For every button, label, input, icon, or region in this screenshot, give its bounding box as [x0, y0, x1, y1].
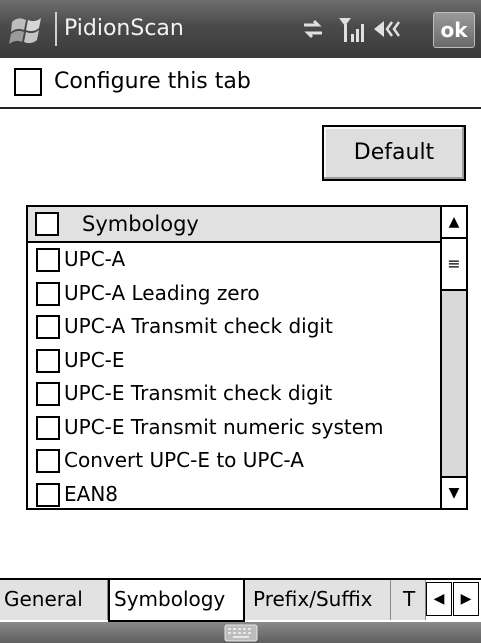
list-item-label: EAN8 [64, 481, 119, 506]
signal-icon[interactable] [337, 14, 367, 44]
tab-symbology[interactable]: Symbology [108, 580, 245, 622]
list-scrollbar[interactable]: ▲ ≡ ▼ [440, 207, 466, 508]
keyboard-icon[interactable] [224, 624, 258, 642]
list-item-label: UPC-A Leading zero [64, 280, 260, 305]
list-item[interactable]: UPC-E Transmit numeric system [28, 411, 442, 445]
volume-icon[interactable] [372, 14, 406, 44]
list-header[interactable]: Symbology [28, 207, 442, 243]
list-item[interactable]: UPC-A Transmit check digit [28, 310, 442, 344]
list-body: UPC-A UPC-A Leading zero UPC-A Transmit … [28, 243, 442, 509]
list-item[interactable]: UPC-E Transmit check digit [28, 377, 442, 411]
ok-button[interactable]: ok [433, 12, 475, 48]
windows-flag-icon[interactable] [8, 12, 52, 46]
tab-right-arrow-icon[interactable]: ▶ [453, 582, 479, 616]
list-item[interactable]: UPC-A [28, 243, 442, 277]
list-item-checkbox[interactable] [36, 248, 60, 272]
list-item-checkbox[interactable] [36, 482, 60, 507]
menu-bar [0, 622, 481, 643]
list-item[interactable]: Convert UPC-E to UPC-A [28, 444, 442, 478]
scroll-down-arrow-icon[interactable]: ▼ [442, 476, 466, 508]
scroll-up-arrow-icon[interactable]: ▲ [442, 207, 466, 239]
divider [0, 107, 481, 109]
tab-scroll-arrows: ◀ ▶ [426, 582, 481, 616]
list-item-label: UPC-A Transmit check digit [64, 314, 333, 338]
list-item-checkbox[interactable] [36, 449, 60, 473]
list-item-label: UPC-A [64, 247, 126, 271]
list-item-checkbox[interactable] [36, 415, 60, 440]
configure-tab-checkbox[interactable] [14, 68, 42, 96]
tab-general[interactable]: General [0, 580, 108, 620]
list-item-label: UPC-E Transmit check digit [64, 381, 333, 405]
list-item-checkbox[interactable] [36, 281, 60, 306]
select-all-checkbox[interactable] [35, 212, 59, 236]
title-bar: PidionScan ok [0, 0, 481, 58]
list-item-label: Convert UPC-E to UPC-A [64, 448, 304, 472]
list-item[interactable]: UPC-E [28, 344, 442, 378]
list-item-checkbox[interactable] [36, 348, 60, 373]
tab-prefix-suffix[interactable]: Prefix/Suffix [245, 580, 391, 620]
scroll-thumb[interactable]: ≡ [442, 239, 466, 291]
app-title: PidionScan [64, 16, 184, 41]
configure-tab-label: Configure this tab [54, 69, 251, 94]
list-item-checkbox[interactable] [36, 315, 60, 339]
list-item-label: UPC-E Transmit numeric system [64, 414, 384, 439]
symbology-list[interactable]: Symbology UPC-A UPC-A Leading zero UPC-A… [26, 205, 468, 510]
tab-left-arrow-icon[interactable]: ◀ [426, 582, 452, 616]
default-button[interactable]: Default [322, 125, 466, 181]
tab-partial[interactable]: T [391, 580, 426, 620]
list-item[interactable]: EAN8 [28, 478, 442, 509]
list-item-label: UPC-E [64, 347, 125, 372]
title-separator [55, 12, 57, 46]
connectivity-icon[interactable] [300, 14, 326, 44]
list-header-label: Symbology [82, 212, 199, 236]
list-item-checkbox[interactable] [36, 382, 60, 406]
list-item[interactable]: UPC-A Leading zero [28, 277, 442, 311]
